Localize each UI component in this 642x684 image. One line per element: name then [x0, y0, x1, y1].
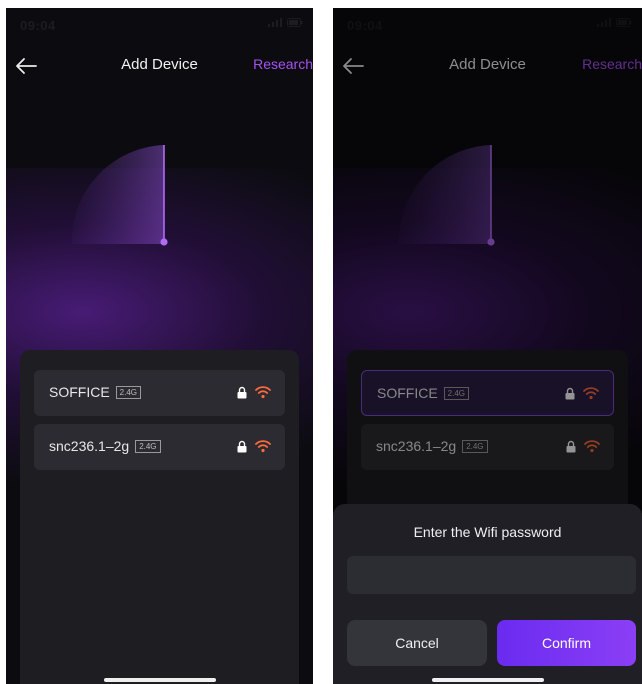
wifi-network-row[interactable]: SOFFICE 2.4G: [34, 370, 285, 416]
navigation-bar: Add Device Research: [333, 48, 642, 88]
wifi-ssid: snc236.1–2g: [49, 438, 130, 454]
radar-sweep-icon: [71, 145, 168, 246]
wifi-ssid: snc236.1–2g: [376, 438, 457, 454]
network-list-sheet: SOFFICE 2.4G snc236.1–2g 2.4G: [20, 350, 299, 684]
research-button[interactable]: Research: [582, 56, 642, 72]
dialog-title: Enter the Wifi password: [413, 524, 562, 540]
lock-icon: [237, 386, 247, 399]
wifi-network-name: snc236.1–2g 2.4G: [376, 438, 488, 454]
cell-signal-icon: [268, 18, 283, 27]
confirm-button[interactable]: Confirm: [497, 620, 636, 666]
status-icons: [597, 18, 632, 30]
research-button[interactable]: Research: [253, 56, 313, 72]
battery-icon: [616, 18, 632, 27]
wifi-network-row[interactable]: snc236.1–2g 2.4G: [34, 424, 285, 470]
wifi-icon: [255, 440, 271, 453]
band-badge: 2.4G: [443, 387, 470, 400]
band-badge: 2.4G: [115, 386, 142, 399]
band-badge: 2.4G: [135, 440, 161, 453]
wifi-network-name: snc236.1–2g 2.4G: [49, 438, 161, 454]
status-bar: 09:04: [6, 8, 313, 40]
home-indicator: [431, 678, 544, 682]
status-time: 09:04: [347, 18, 383, 33]
wifi-password-dialog: Enter the Wifi password Cancel Confirm: [333, 504, 642, 684]
navigation-bar: Add Device Research: [6, 48, 313, 88]
wifi-password-input[interactable]: [347, 556, 636, 594]
status-icons: [268, 18, 303, 30]
wifi-ssid: SOFFICE: [377, 385, 438, 401]
wifi-ssid: SOFFICE: [49, 384, 110, 400]
cancel-button[interactable]: Cancel: [347, 620, 487, 666]
wifi-icon: [584, 440, 600, 453]
status-bar: 09:04: [333, 8, 642, 40]
home-indicator: [103, 678, 216, 682]
lock-icon: [565, 387, 575, 400]
radar-sweep-icon: [398, 145, 495, 246]
wifi-icon: [255, 386, 271, 399]
lock-icon: [237, 440, 247, 453]
wifi-network-name: SOFFICE 2.4G: [49, 384, 142, 400]
lock-icon: [566, 440, 576, 453]
wifi-network-row-selected[interactable]: SOFFICE 2.4G: [361, 370, 614, 416]
status-time: 09:04: [20, 18, 56, 33]
band-badge: 2.4G: [462, 440, 488, 453]
wifi-network-name: SOFFICE 2.4G: [377, 385, 470, 401]
comparison-stage: 09:04 Add Device Research SOFFICE 2.4G s…: [0, 0, 642, 684]
cell-signal-icon: [597, 18, 612, 27]
phone-screen-network-list: 09:04 Add Device Research SOFFICE 2.4G s…: [6, 8, 313, 684]
wifi-network-row[interactable]: snc236.1–2g 2.4G: [361, 424, 614, 470]
wifi-icon: [583, 387, 599, 400]
battery-icon: [287, 18, 303, 27]
phone-screen-password-dialog: 09:04 Add Device Research SOFFICE 2.4G s…: [333, 8, 642, 684]
